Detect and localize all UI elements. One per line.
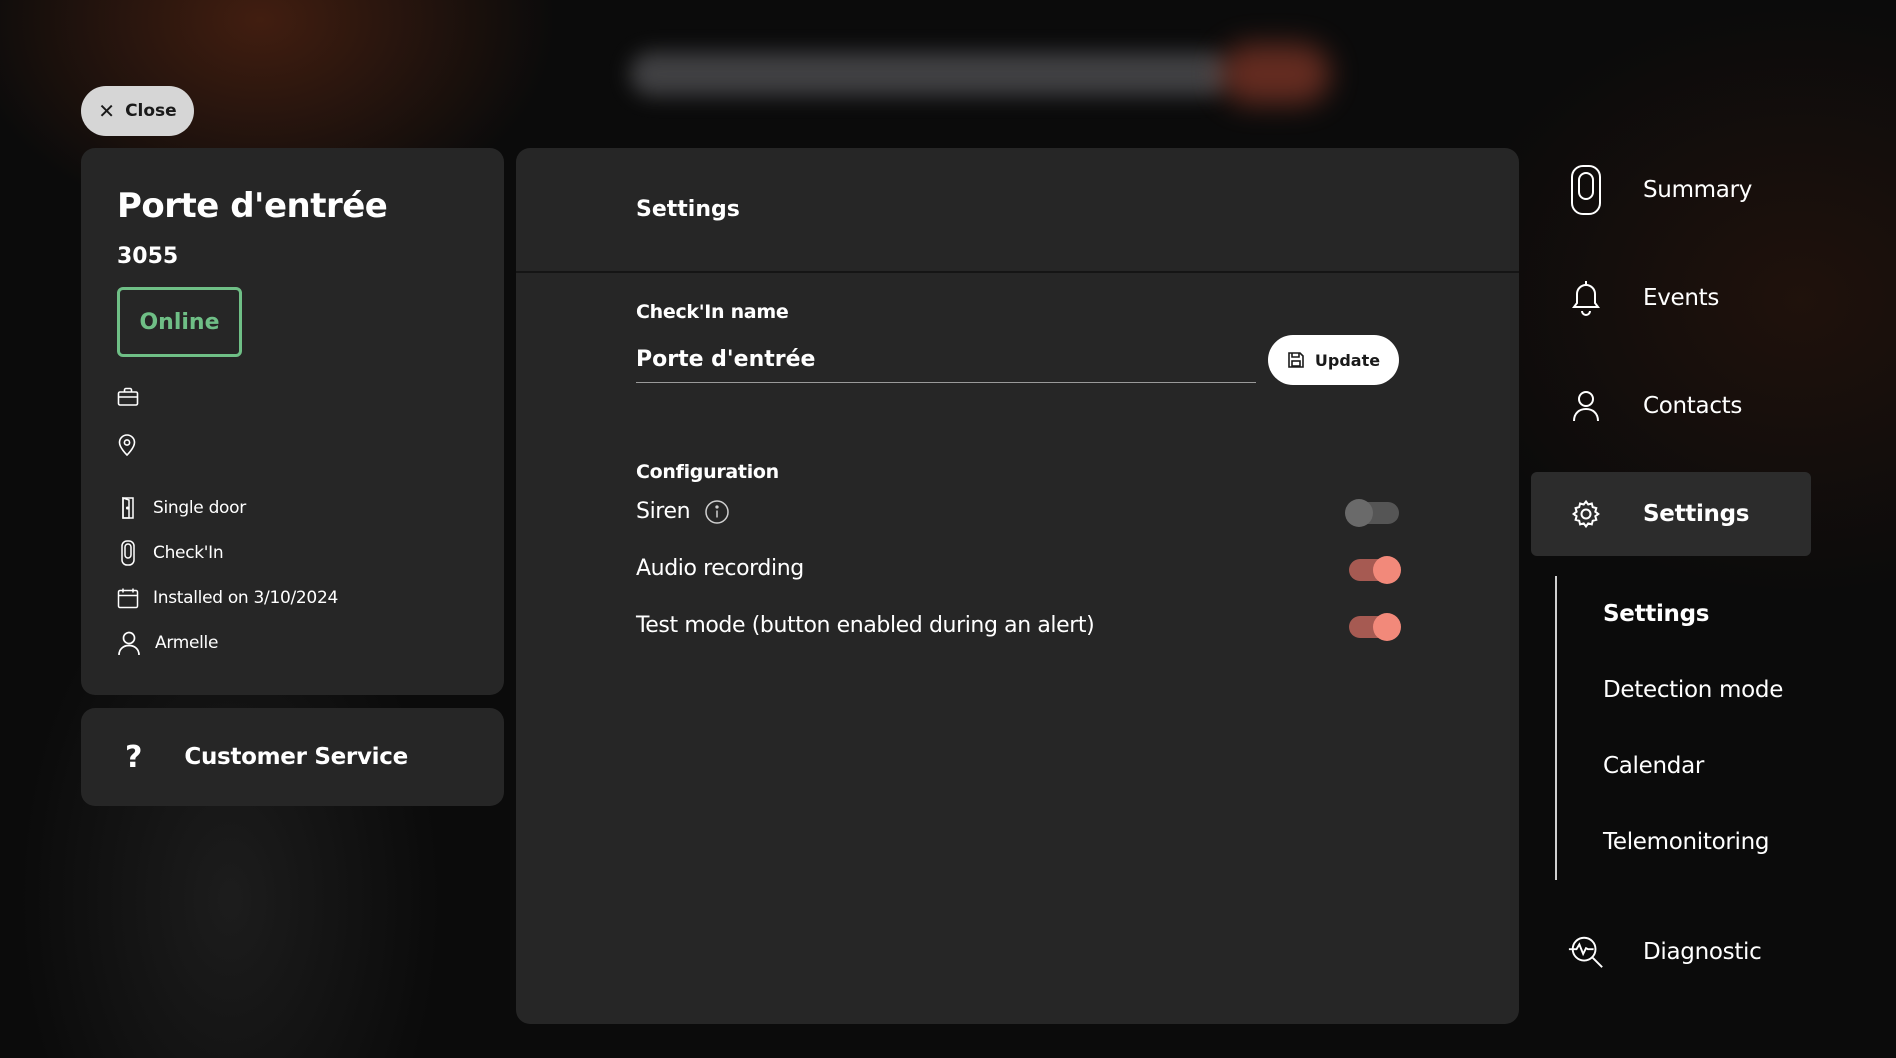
setting-label: Audio recording — [636, 556, 804, 581]
status-badge: Online — [117, 287, 242, 357]
setting-label: Siren — [636, 499, 691, 524]
nav-item-contacts[interactable]: Contacts — [1531, 364, 1811, 448]
close-button[interactable]: ✕ Close — [81, 86, 194, 136]
subnav-settings[interactable]: Settings — [1603, 576, 1811, 652]
nav-label: Events — [1643, 285, 1720, 311]
briefcase-icon — [117, 387, 139, 406]
diagnostic-icon — [1568, 936, 1603, 968]
detail-door-type: Single door — [117, 485, 468, 530]
detail-owner: Armelle — [117, 620, 468, 665]
subnav-calendar[interactable]: Calendar — [1603, 728, 1811, 804]
briefcase-row — [117, 373, 468, 421]
settings-panel-title: Settings — [516, 148, 1519, 273]
nav-label: Diagnostic — [1643, 939, 1762, 965]
customer-service-button[interactable]: ? Customer Service — [81, 708, 504, 806]
update-button[interactable]: Update — [1268, 335, 1399, 385]
update-label: Update — [1314, 350, 1381, 370]
detail-label: Single door — [153, 497, 246, 518]
detail-label: Installed on 3/10/2024 — [153, 587, 338, 608]
blurred-search-bar — [630, 52, 1230, 96]
audio-recording-toggle[interactable] — [1345, 555, 1401, 584]
detail-label: Armelle — [155, 632, 219, 653]
nav-label: Settings — [1643, 501, 1750, 527]
nav-item-summary[interactable]: Summary — [1531, 148, 1811, 232]
settings-panel: Settings Check'In name Update Configurat… — [516, 148, 1519, 1024]
device-details: Single door Check'In Installed on 3/10/2… — [117, 485, 468, 665]
device-card: Porte d'entrée 3055 Online Single door C… — [81, 148, 504, 695]
detail-device-model: Check'In — [117, 530, 468, 575]
setting-label: Test mode (button enabled during an aler… — [636, 613, 1095, 638]
siren-toggle[interactable] — [1345, 498, 1401, 527]
nav-item-events[interactable]: Events — [1531, 256, 1811, 340]
device-icon — [121, 539, 135, 566]
setting-row-test-mode: Test mode (button enabled during an aler… — [636, 597, 1401, 654]
nav-item-settings[interactable]: Settings — [1531, 472, 1811, 556]
subnav-detection-mode[interactable]: Detection mode — [1603, 652, 1811, 728]
close-label: Close — [125, 101, 177, 121]
test-mode-toggle[interactable] — [1345, 612, 1401, 641]
gear-icon — [1571, 499, 1600, 529]
location-pin-icon — [118, 434, 136, 457]
settings-subnav: Settings Detection mode Calendar Telemon… — [1555, 576, 1811, 880]
checkin-name-label: Check'In name — [636, 301, 789, 323]
calendar-icon — [117, 588, 139, 608]
detail-label: Check'In — [153, 542, 224, 563]
location-row — [117, 421, 468, 469]
save-icon — [1288, 352, 1304, 368]
checkin-name-input[interactable] — [636, 337, 1256, 383]
user-icon — [118, 631, 140, 655]
setting-row-audio-recording: Audio recording — [636, 540, 1401, 597]
setting-row-siren: Siren — [636, 483, 1401, 540]
nav-label: Contacts — [1643, 393, 1743, 419]
customer-service-label: Customer Service — [184, 744, 408, 770]
nav-label: Summary — [1643, 177, 1753, 203]
detail-install-date: Installed on 3/10/2024 — [117, 575, 468, 620]
user-icon — [1573, 391, 1599, 422]
device-id: 3055 — [117, 244, 179, 269]
help-icon: ? — [125, 739, 143, 775]
subnav-telemonitoring[interactable]: Telemonitoring — [1603, 804, 1811, 880]
bell-icon — [1572, 281, 1600, 316]
nav-item-diagnostic[interactable]: Diagnostic — [1531, 910, 1811, 994]
close-icon: ✕ — [98, 99, 116, 123]
info-icon[interactable] — [704, 499, 730, 525]
configuration-label: Configuration — [636, 461, 779, 483]
side-navigation: Summary Events Contacts Settings Setting… — [1531, 148, 1811, 1018]
device-icon — [1571, 165, 1601, 215]
door-icon — [122, 496, 134, 519]
device-name: Porte d'entrée — [117, 186, 388, 226]
blurred-accent — [1220, 44, 1330, 104]
